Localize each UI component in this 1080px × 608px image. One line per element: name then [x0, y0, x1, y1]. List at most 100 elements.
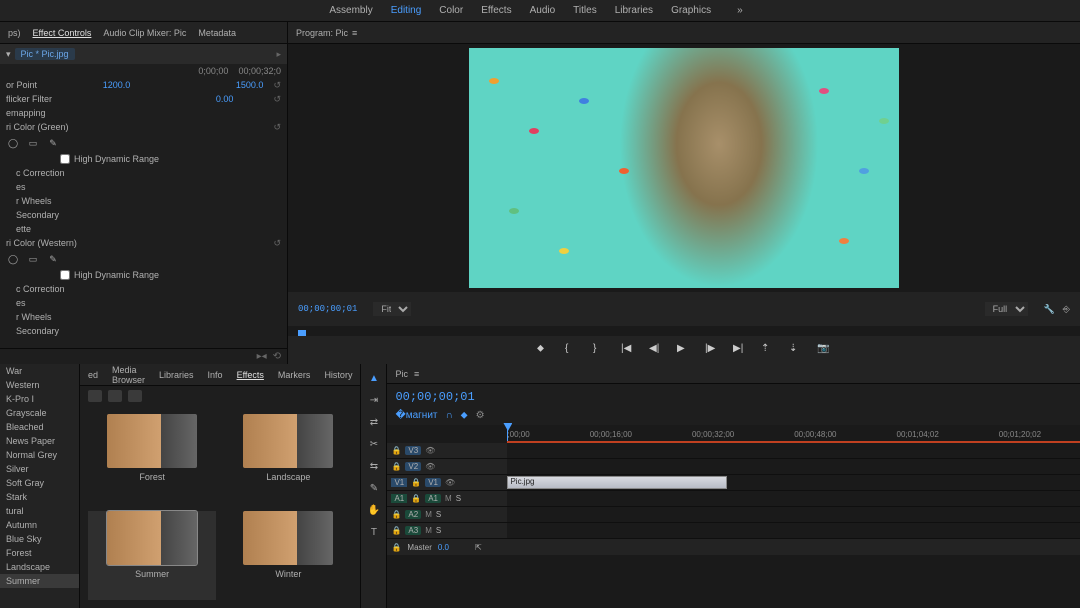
- eye-icon[interactable]: 👁: [445, 478, 455, 487]
- hdr-checkbox[interactable]: [60, 154, 70, 164]
- reset-icon[interactable]: ↺: [273, 238, 281, 249]
- chevron-down-icon[interactable]: ▾: [6, 49, 11, 60]
- ellipse-mask-icon[interactable]: ◯: [6, 252, 20, 266]
- reset-icon[interactable]: ↺: [273, 122, 281, 133]
- preset-landscape[interactable]: Landscape: [224, 414, 352, 503]
- lock-icon[interactable]: 🔒: [411, 478, 421, 487]
- rect-mask-icon[interactable]: ▭: [26, 252, 40, 266]
- tab-effects[interactable]: Effects: [481, 5, 511, 16]
- solo-button[interactable]: S: [436, 510, 441, 519]
- zoom-dropdown[interactable]: Full: [985, 302, 1028, 316]
- list-item[interactable]: K-Pro I: [0, 392, 79, 406]
- clip-name[interactable]: Pic * Pic.jpg: [15, 48, 75, 60]
- tab-effect-controls[interactable]: Effect Controls: [33, 28, 92, 38]
- prop-correction[interactable]: c Correction: [16, 168, 65, 178]
- prop-secondary[interactable]: Secondary: [16, 210, 59, 220]
- track-a2[interactable]: [507, 507, 1080, 522]
- tab-audio[interactable]: Audio: [530, 5, 556, 16]
- mark-out-icon[interactable]: }: [593, 343, 607, 357]
- tab-metadata[interactable]: Metadata: [198, 28, 236, 38]
- playhead-indicator[interactable]: [298, 330, 306, 336]
- tab-media-browser[interactable]: Media Browser: [112, 365, 145, 385]
- ellipse-mask-icon[interactable]: ◯: [6, 136, 20, 150]
- list-item[interactable]: Forest: [0, 546, 79, 560]
- list-item[interactable]: Landscape: [0, 560, 79, 574]
- lift-icon[interactable]: ⇡: [761, 343, 775, 357]
- linked-selection-icon[interactable]: ∩: [445, 410, 452, 421]
- playhead[interactable]: [507, 425, 508, 443]
- track-header-v3[interactable]: 🔒V3👁: [387, 443, 507, 458]
- list-item[interactable]: Western: [0, 378, 79, 392]
- prop-flicker[interactable]: flicker Filter: [6, 94, 52, 104]
- reset-icon[interactable]: ↺: [273, 94, 281, 105]
- list-item[interactable]: Normal Grey: [0, 448, 79, 462]
- clip[interactable]: Pic.jpg: [507, 476, 727, 489]
- pen-tool-icon[interactable]: ✎: [366, 480, 382, 496]
- panel-menu-icon[interactable]: ≡: [352, 28, 357, 38]
- prop-vignette[interactable]: ette: [16, 224, 31, 234]
- go-to-out-icon[interactable]: ▶|: [733, 343, 747, 357]
- list-item[interactable]: News Paper: [0, 434, 79, 448]
- solo-button[interactable]: S: [436, 526, 441, 535]
- expand-icon[interactable]: ⇱: [475, 543, 482, 552]
- tab-color[interactable]: Color: [439, 5, 463, 16]
- extract-icon[interactable]: ⇣: [789, 343, 803, 357]
- timeline-ruler[interactable]: ;00;00 00;00;16;00 00;00;32;00 00;00;48;…: [387, 425, 1080, 443]
- tab-markers[interactable]: Markers: [278, 370, 311, 380]
- prop-curves-2[interactable]: es: [16, 298, 26, 308]
- tab-graphics[interactable]: Graphics: [671, 5, 711, 16]
- lock-icon[interactable]: 🔒: [391, 526, 401, 535]
- program-monitor[interactable]: [288, 44, 1080, 292]
- master-track[interactable]: 🔒Master0.0⇱: [387, 539, 1080, 555]
- razor-tool-icon[interactable]: ✂: [366, 436, 382, 452]
- list-item[interactable]: Silver: [0, 462, 79, 476]
- prop-tri-color-western[interactable]: ri Color (Western): [6, 238, 77, 248]
- reset-icon[interactable]: ↺: [273, 80, 281, 91]
- prop-anchor-point[interactable]: or Point: [6, 80, 37, 90]
- prop-curves[interactable]: es: [16, 182, 26, 192]
- anchor-y[interactable]: 1500.0: [236, 80, 264, 90]
- track-header-a1[interactable]: A1🔒A1MS: [387, 491, 507, 506]
- list-item[interactable]: War: [0, 364, 79, 378]
- tab-audio-mixer[interactable]: Audio Clip Mixer: Pic: [103, 28, 186, 38]
- list-item[interactable]: Stark: [0, 490, 79, 504]
- tab-libraries[interactable]: Libraries: [615, 5, 653, 16]
- source-patch[interactable]: V1: [391, 478, 407, 487]
- filter-badge-icon[interactable]: [128, 390, 142, 402]
- preset-forest[interactable]: Forest: [88, 414, 216, 503]
- wrench-icon[interactable]: 🔧: [1044, 304, 1055, 315]
- tab-titles[interactable]: Titles: [573, 5, 597, 16]
- slip-tool-icon[interactable]: ⇆: [366, 458, 382, 474]
- hand-tool-icon[interactable]: ✋: [366, 502, 382, 518]
- selection-tool-icon[interactable]: ▲: [366, 370, 382, 386]
- step-forward-icon[interactable]: |▶: [705, 343, 719, 357]
- preset-winter[interactable]: Winter: [224, 511, 352, 600]
- effect-properties-list[interactable]: or Point1200.01500.0↺ flicker Filter0.00…: [0, 78, 287, 348]
- track-v2[interactable]: [507, 459, 1080, 474]
- pen-mask-icon[interactable]: ✎: [46, 136, 60, 150]
- mark-in-icon[interactable]: {: [565, 343, 579, 357]
- list-item[interactable]: Bleached: [0, 420, 79, 434]
- tracks-area[interactable]: 🔒V3👁 🔒V2👁 V1🔒V1👁Pic.jpg A1🔒A1MS 🔒A2MS 🔒A…: [387, 443, 1080, 608]
- list-item[interactable]: Grayscale: [0, 406, 79, 420]
- track-a1[interactable]: [507, 491, 1080, 506]
- program-timecode[interactable]: 00;00;00;01: [298, 304, 357, 314]
- track-header-v2[interactable]: 🔒V2👁: [387, 459, 507, 474]
- settings-icon[interactable]: ⎆: [1063, 304, 1070, 315]
- track-v1[interactable]: Pic.jpg: [507, 475, 1080, 490]
- prop-secondary-2[interactable]: Secondary: [16, 326, 59, 336]
- tab-history[interactable]: History: [324, 370, 352, 380]
- preset-category-list[interactable]: War Western K-Pro I Grayscale Bleached N…: [0, 364, 80, 608]
- prop-remapping[interactable]: emapping: [6, 108, 46, 118]
- rect-mask-icon[interactable]: ▭: [26, 136, 40, 150]
- list-item[interactable]: tural: [0, 504, 79, 518]
- more-workspaces-icon[interactable]: »: [729, 5, 751, 16]
- track-v3[interactable]: [507, 443, 1080, 458]
- snap-icon[interactable]: �магнит: [395, 410, 437, 421]
- prop-correction-2[interactable]: c Correction: [16, 284, 65, 294]
- tab-effects-browser[interactable]: Effects: [237, 370, 264, 380]
- prop-tri-color-green[interactable]: ri Color (Green): [6, 122, 69, 132]
- mute-button[interactable]: M: [445, 494, 452, 503]
- export-frame-icon[interactable]: 📷: [817, 343, 831, 357]
- tab-info[interactable]: Info: [208, 370, 223, 380]
